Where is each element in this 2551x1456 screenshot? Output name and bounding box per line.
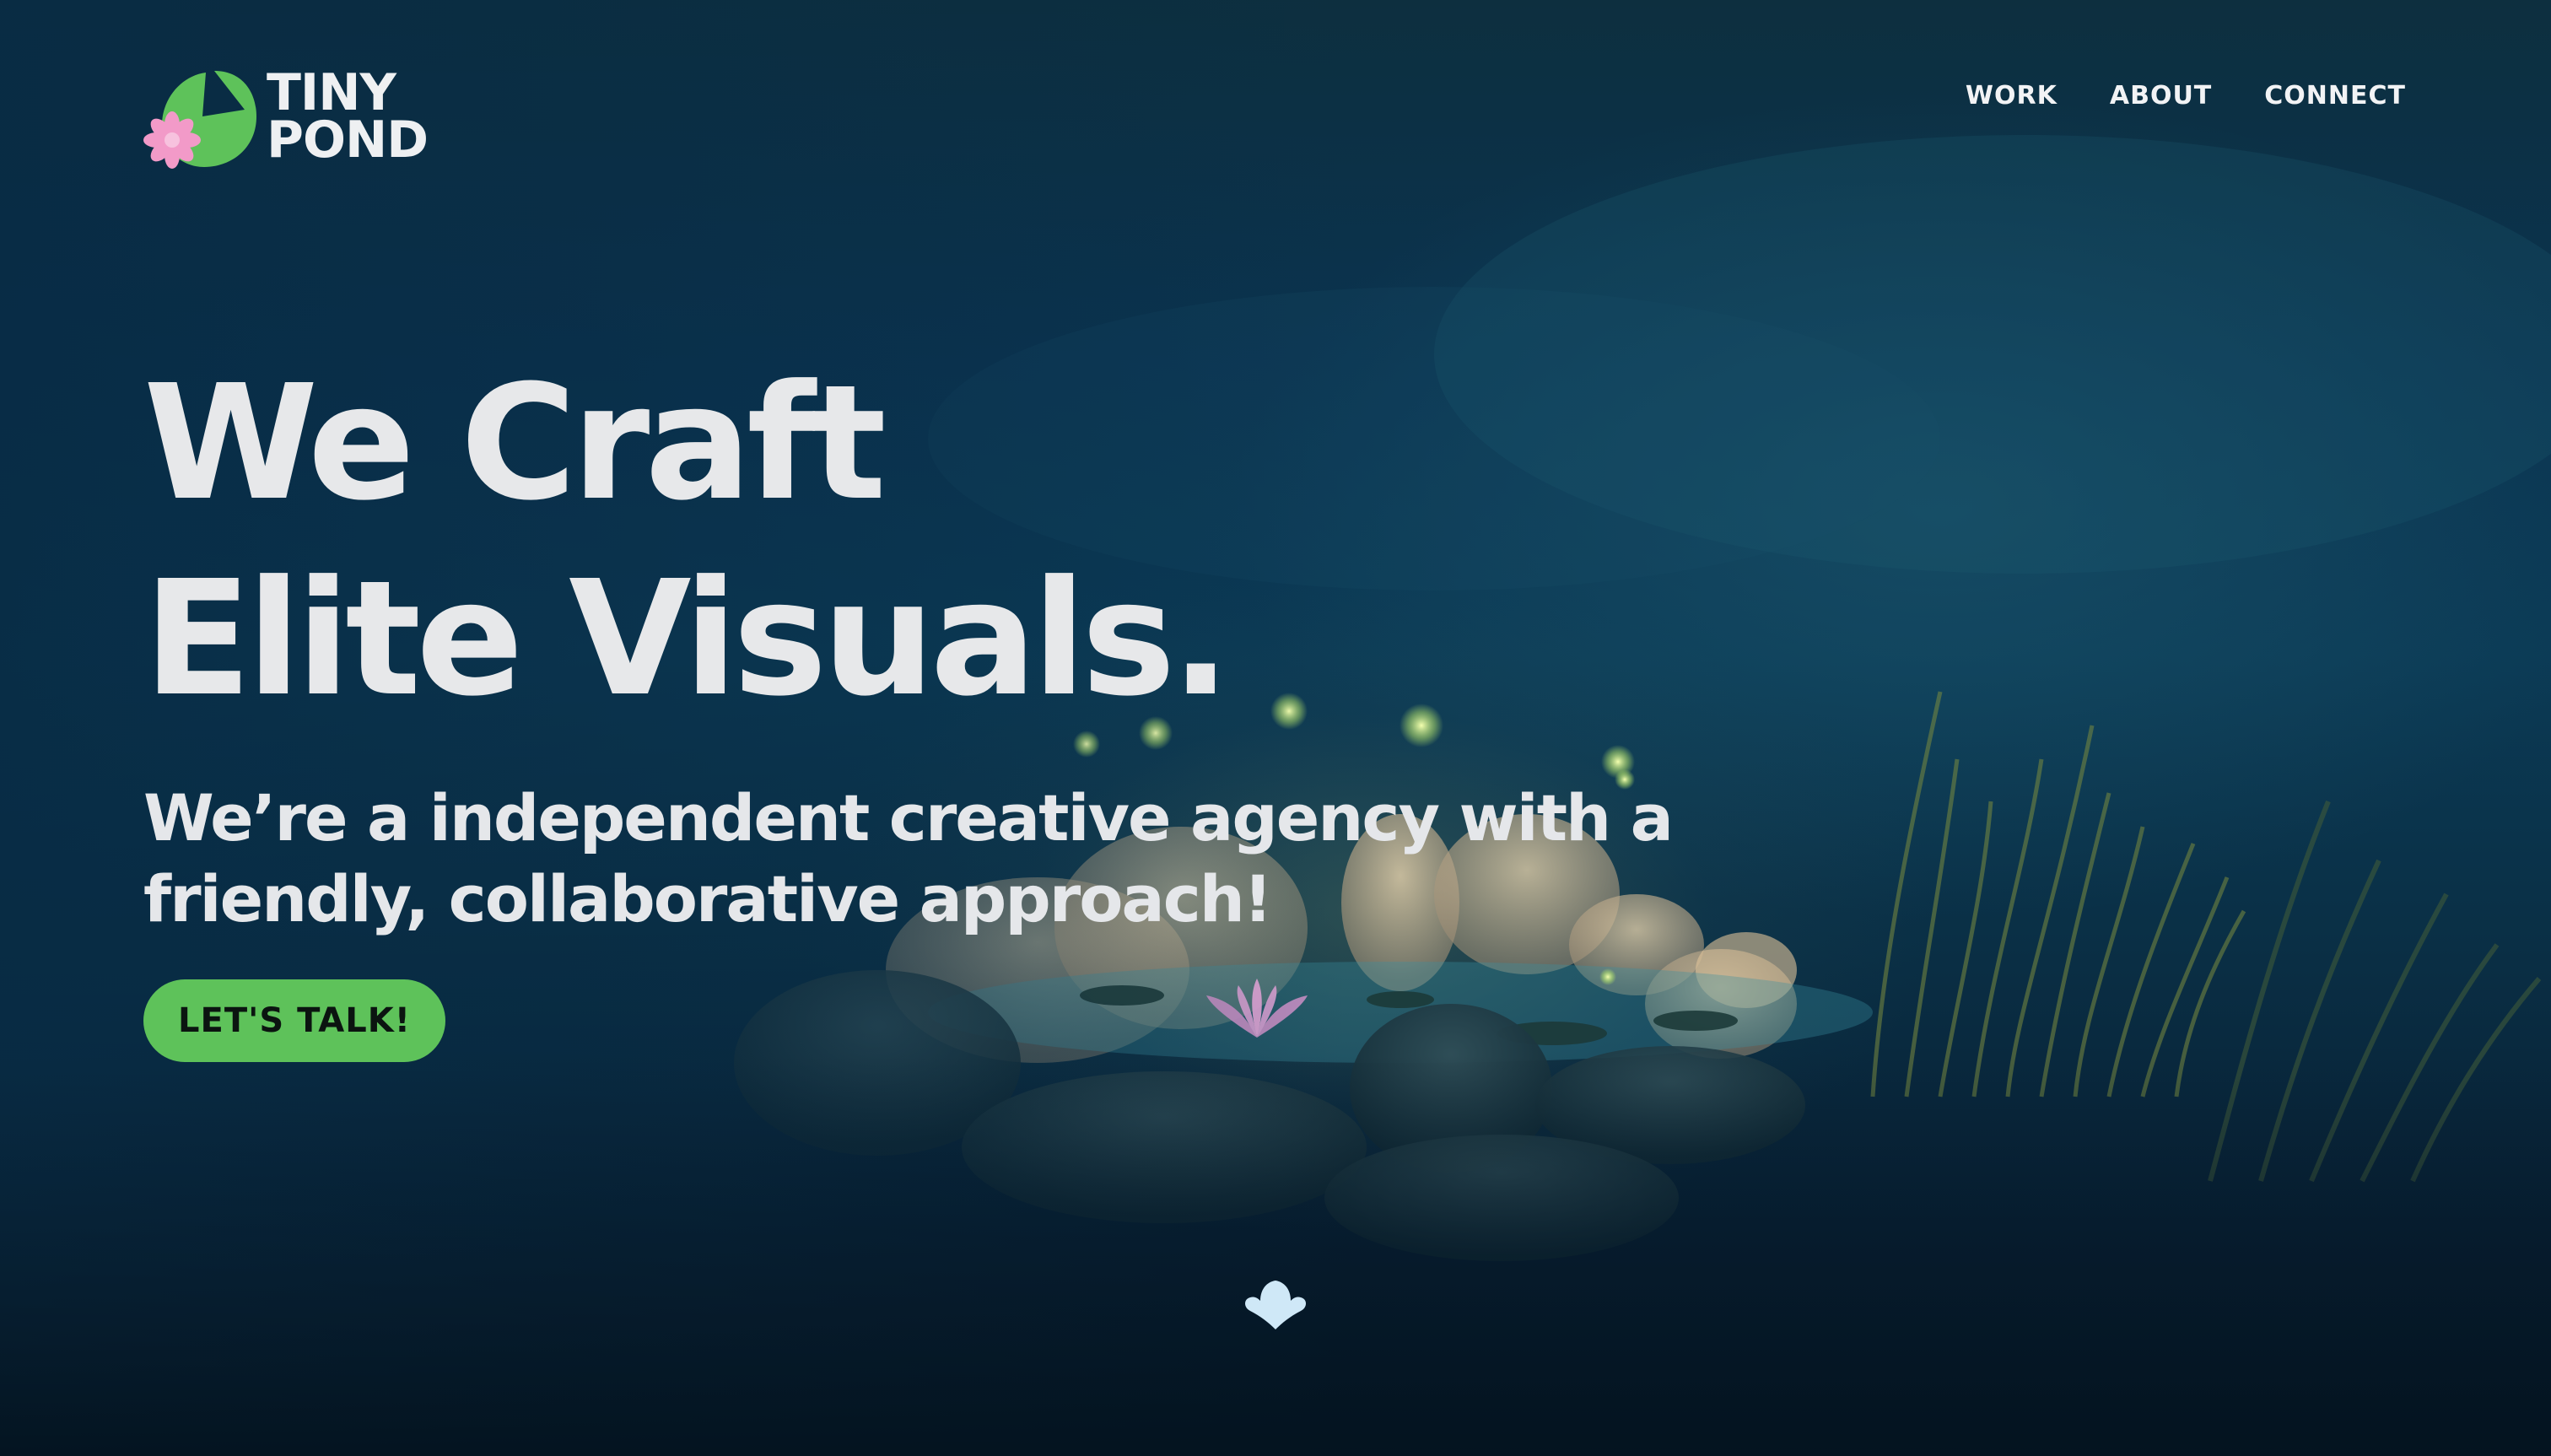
brand-logo[interactable]: TINY POND: [143, 66, 439, 170]
nav-item-about[interactable]: ABOUT: [2110, 81, 2212, 111]
hero-headline: We Craft Elite Visuals.: [143, 346, 1231, 737]
main-nav: WORK ABOUT CONNECT: [1966, 81, 2406, 111]
lily-pad-logo-icon: [143, 71, 256, 169]
headline-line1: We Craft: [143, 351, 887, 536]
brand-wordmark: TINY POND: [267, 63, 429, 170]
headline-line2: Elite Visuals.: [143, 547, 1231, 731]
hero-subheadline: We’re a independent creative agency with…: [143, 780, 1674, 936]
nav-item-work[interactable]: WORK: [1966, 81, 2058, 111]
brand-name-line2: POND: [267, 111, 429, 170]
lotus-chevron-icon[interactable]: [1243, 1279, 1308, 1331]
brand-name-line1: TINY: [267, 63, 396, 122]
lets-talk-button[interactable]: LET'S TALK!: [143, 979, 445, 1062]
nav-item-connect[interactable]: CONNECT: [2264, 81, 2406, 111]
